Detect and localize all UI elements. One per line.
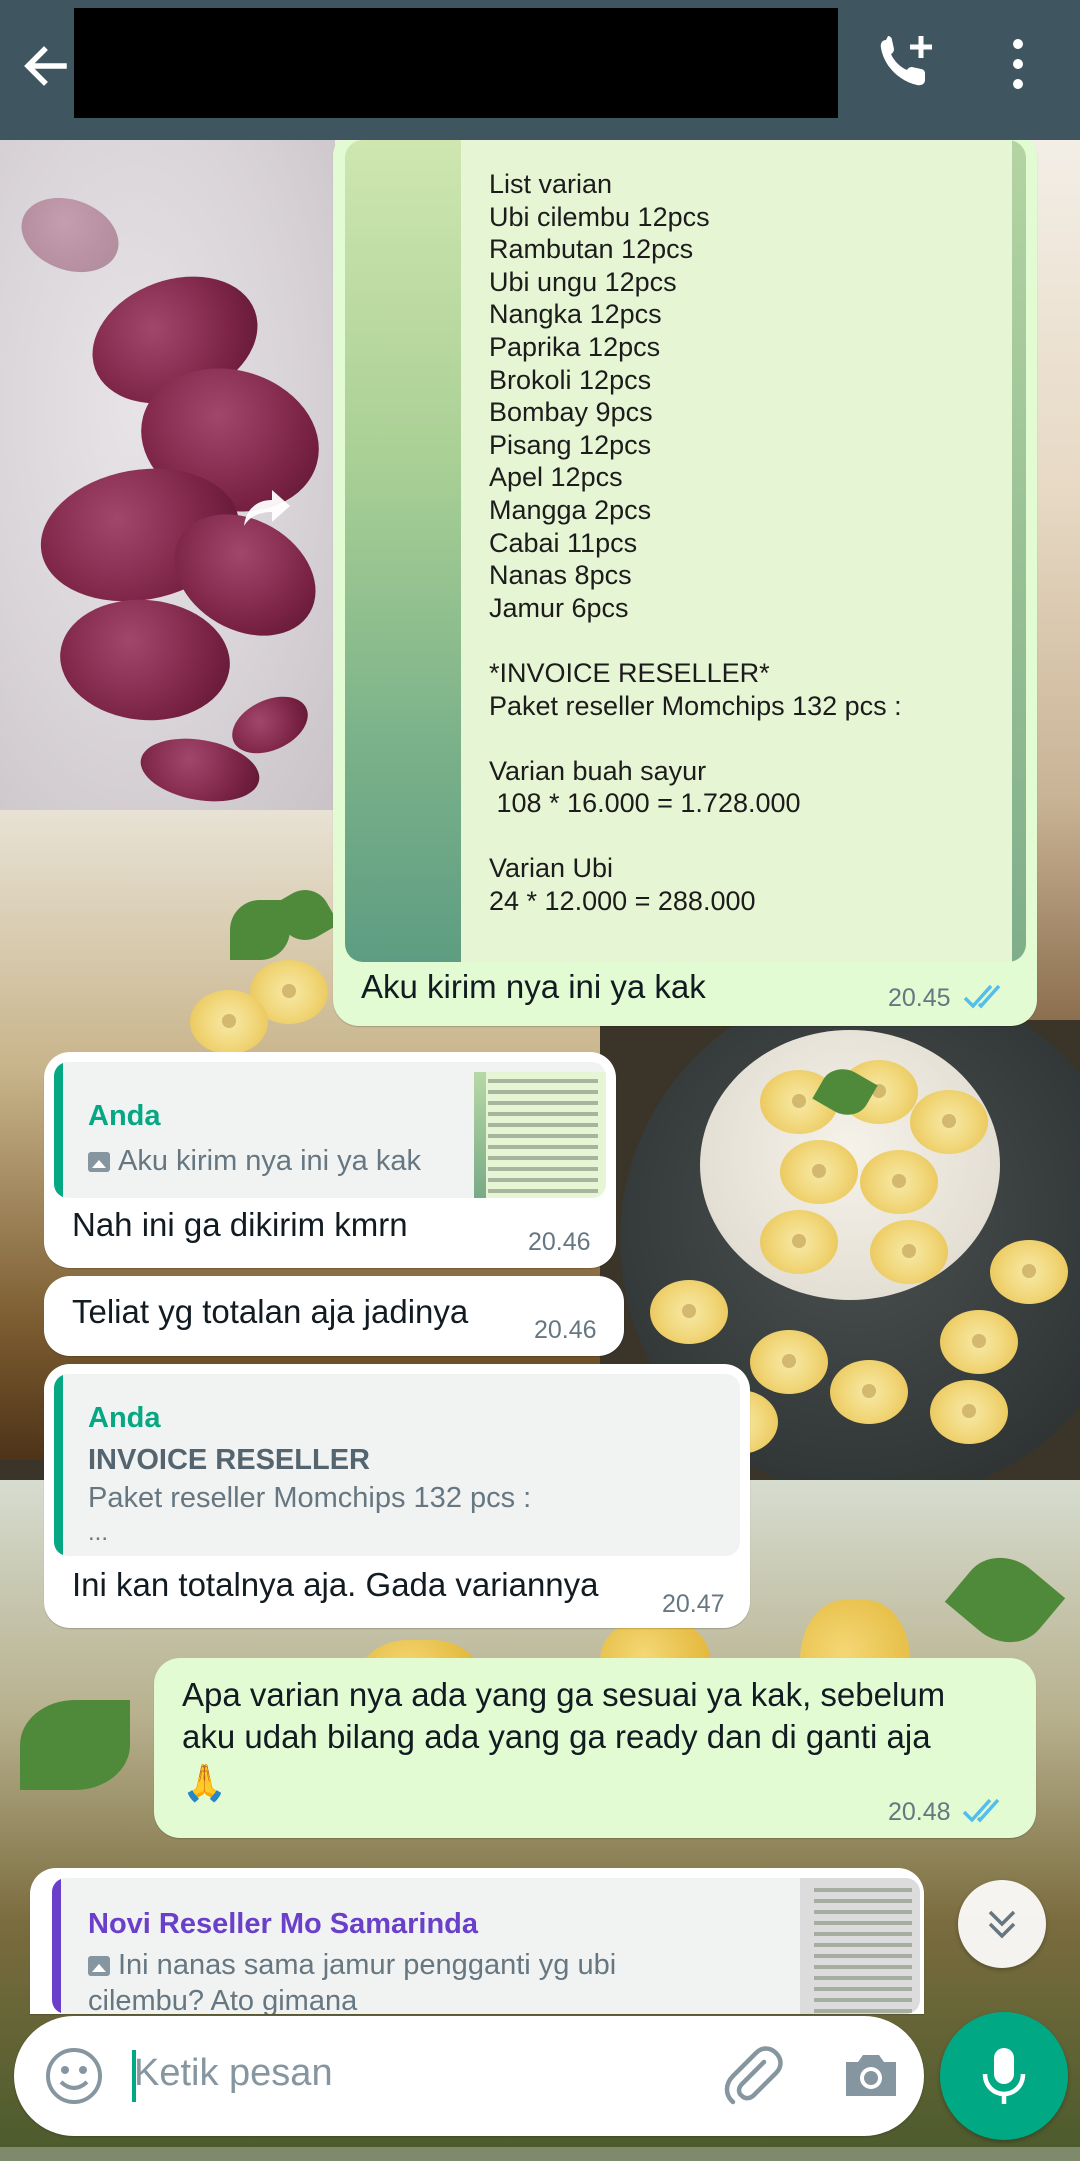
read-ticks-icon [962,1798,1000,1823]
outgoing-image-message[interactable]: List varian Ubi cilembu 12pcs Rambutan 12p… [333,130,1037,1026]
incoming-reply-message[interactable]: Novi Reseller Mo Samarinda Ini nanas sam… [30,1868,924,2014]
quote-text: Paket reseller Momchips 132 pcs : [88,1482,532,1514]
invoice-line: Nanas 8pcs [489,560,632,591]
invoice-line: Jamur 6pcs [489,592,629,623]
quote-author: Novi Reseller Mo Samarinda [88,1908,479,1940]
contact-name-redacted[interactable] [74,8,838,118]
reply-quote[interactable]: Anda Aku kirim nya ini ya kak [54,1062,606,1198]
message-composer: Ketik pesan [14,2016,924,2136]
bottom-edge [0,2147,1080,2161]
invoice-line: Cabai 11pcs [489,527,638,558]
message-text: Teliat yg totalan aja jadinya [72,1293,469,1330]
incoming-message[interactable]: Teliat yg totalan aja jadinya 20.46 [44,1276,624,1356]
invoice-line: Varian Ubi [489,853,614,884]
quote-more: ... [88,1519,109,1546]
invoice-line [489,820,902,853]
mic-icon [982,2048,1026,2104]
chat-header [0,0,1080,140]
invoice-line: List varian [489,169,613,199]
invoice-line [489,722,902,755]
scroll-to-bottom-button[interactable] [958,1880,1046,1968]
incoming-reply-message[interactable]: Anda INVOICE RESELLER Paket reseller Mom… [44,1364,750,1628]
invoice-line: Paket reseller Momchips 132 pcs : [489,690,902,721]
mic-button[interactable] [940,2012,1068,2140]
emoji-icon[interactable] [44,2046,104,2106]
quote-author: Anda [88,1100,161,1132]
message-text-line-1: Apa varian nya ada yang ga sesuai ya kak… [182,1676,946,1713]
message-time: 20.45 [888,984,951,1012]
message-text: Nah ini ga dikirim kmrn [72,1206,408,1243]
invoice-line: Ubi cilembu 12pcs [489,201,710,232]
invoice-line: 24 * 12.000 = 288.000 [489,886,756,917]
quote-thumbnail [474,1072,606,1198]
message-time: 20.46 [534,1316,597,1344]
quote-author: Anda [88,1402,161,1434]
message-input[interactable]: Ketik pesan [134,2052,333,2095]
invoice-text-lines: List varian Ubi cilembu 12pcs Rambutan 12p… [489,168,902,918]
message-text: Aku kirim nya ini ya kak [361,968,706,1005]
incoming-reply-message[interactable]: Anda Aku kirim nya ini ya kak Nah ini ga… [44,1052,616,1268]
invoice-line: Rambutan 12pcs [489,234,694,265]
invoice-line: Pisang 12pcs [489,429,652,460]
invoice-line: Apel 12pcs [489,462,623,493]
quote-text-line-2: cilembu? Ato gimana [88,1985,358,2014]
invoice-line: *INVOICE RESELLER* [489,657,770,688]
invoice-line: Mangga 2pcs [489,494,652,525]
message-time: 20.47 [662,1590,725,1618]
invoice-line: Nangka 12pcs [489,299,662,330]
message-time: 20.46 [528,1228,591,1256]
invoice-line [489,624,902,657]
camera-icon[interactable] [840,2044,902,2106]
quote-thumbnail [800,1878,920,2014]
quote-title: INVOICE RESELLER [88,1444,370,1476]
quote-text-line-1: Ini nanas sama jamur pengganti yg ubi [88,1946,616,1984]
photo-icon [88,1956,110,1976]
wallpaper-chips-photo [0,140,338,810]
forward-icon[interactable] [232,476,298,542]
invoice-line: Ubi ungu 12pcs [489,266,677,297]
message-text-line-2: aku udah bilang ada yang ga ready dan di… [182,1718,931,1755]
invoice-line: Bombay 9pcs [489,397,653,428]
invoice-line: Varian buah sayur [489,755,707,786]
photo-icon [88,1152,110,1172]
invoice-line: 108 * 16.000 = 1.728.000 [489,788,801,819]
read-ticks-icon [963,984,1001,1009]
invoice-line: Paprika 12pcs [489,331,661,362]
pray-emoji: 🙏 [182,1762,227,1803]
quote-text: Aku kirim nya ini ya kak [88,1142,421,1180]
invoice-image[interactable]: List varian Ubi cilembu 12pcs Rambutan 12p… [345,140,1026,962]
reply-quote[interactable]: Anda INVOICE RESELLER Paket reseller Mom… [54,1374,740,1556]
message-time: 20.48 [888,1798,951,1826]
reply-quote[interactable]: Novi Reseller Mo Samarinda Ini nanas sam… [52,1878,920,2014]
add-call-icon[interactable] [872,30,938,96]
message-text: Ini kan totalnya aja. Gada variannya [72,1566,599,1603]
paperclip-icon[interactable] [718,2040,788,2110]
chevron-double-down-icon [988,1910,1016,1939]
arrow-left-icon[interactable] [18,38,74,94]
outgoing-message[interactable]: Apa varian nya ada yang ga sesuai ya kak… [154,1658,1036,1838]
more-vertical-icon[interactable] [1004,34,1032,94]
invoice-line: Brokoli 12pcs [489,364,652,395]
